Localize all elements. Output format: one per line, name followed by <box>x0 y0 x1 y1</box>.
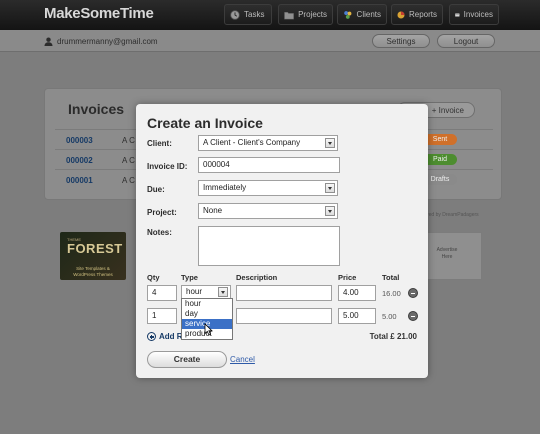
chevron-down-icon <box>325 183 335 193</box>
folder-icon <box>284 11 294 19</box>
invoice-client: A C <box>122 156 135 165</box>
create-button[interactable]: Create <box>147 351 227 368</box>
cancel-link[interactable]: Cancel <box>230 355 255 364</box>
chevron-down-icon <box>325 138 335 148</box>
app-logo: MakeSomeTime <box>44 5 154 22</box>
due-label: Due: <box>147 185 165 194</box>
user-email: drummermanny@gmail.com <box>57 37 158 46</box>
notes-textarea[interactable] <box>198 226 340 266</box>
ad-line: WordPress Themes <box>73 272 113 277</box>
project-select-value: None <box>203 206 223 215</box>
create-invoice-modal: Create an Invoice Client: A Client - Cli… <box>136 104 428 378</box>
notes-label: Notes: <box>147 228 172 237</box>
project-select[interactable]: None <box>198 203 338 219</box>
nav-invoices-button[interactable]: Invoices <box>449 4 499 25</box>
top-navigation-bar: MakeSomeTime Tasks Projects Clients Repo… <box>0 0 540 30</box>
footer-credit: ...ered by DreamPadagers <box>420 212 479 218</box>
chevron-down-icon <box>325 206 335 216</box>
total-column-header: Total <box>382 273 400 282</box>
invoice-icon <box>455 12 460 17</box>
invoice-number-link[interactable]: 000002 <box>66 156 93 165</box>
clients-icon <box>344 10 352 19</box>
modal-title: Create an Invoice <box>147 115 263 131</box>
nav-clients-label: Clients <box>356 10 381 19</box>
client-label: Client: <box>147 139 172 148</box>
price-input[interactable]: 4.00 <box>338 285 376 301</box>
description-column-header: Description <box>236 273 278 282</box>
chevron-down-icon <box>218 287 228 297</box>
invoice-client: A C <box>122 136 135 145</box>
client-select[interactable]: A Client - Client's Company <box>198 135 338 151</box>
nav-reports-label: Reports <box>408 10 437 19</box>
page-title: Invoices <box>68 101 125 117</box>
due-select[interactable]: Immediately <box>198 180 338 196</box>
invoice-number-link[interactable]: 000003 <box>66 136 93 145</box>
remove-line-icon[interactable] <box>408 311 418 321</box>
status-badge: Paid <box>423 154 457 165</box>
qty-input[interactable]: 4 <box>147 285 177 301</box>
theme-forest-ad[interactable]: THEME FOREST Site Templates & WordPress … <box>60 232 126 280</box>
user-bar: drummermanny@gmail.com Settings Logout <box>0 30 540 52</box>
nav-tasks-label: Tasks <box>244 10 265 19</box>
remove-line-icon[interactable] <box>408 288 418 298</box>
grand-total: Total £ 21.00 <box>369 332 417 341</box>
nav-reports-button[interactable]: Reports <box>391 4 443 25</box>
pie-chart-icon <box>397 10 405 19</box>
description-input[interactable] <box>236 285 332 301</box>
ad-brand-text: FOREST <box>67 241 123 256</box>
user-icon <box>44 37 53 46</box>
type-column-header: Type <box>181 273 198 282</box>
ad-line: Site Templates & <box>76 266 110 271</box>
mouse-cursor-icon <box>204 323 213 336</box>
price-column-header: Price <box>338 273 357 282</box>
qty-column-header: Qty <box>147 273 160 282</box>
nav-projects-button[interactable]: Projects <box>278 4 333 25</box>
clock-icon <box>230 9 240 20</box>
nav-invoices-label: Invoices <box>463 10 493 19</box>
status-badge: Drafts <box>423 174 457 185</box>
invoice-id-label: Invoice ID: <box>147 162 188 171</box>
invoice-client: A C <box>122 176 135 185</box>
dropdown-option[interactable]: hour <box>182 299 232 309</box>
line-total: 16.00 <box>382 289 401 298</box>
add-row-label: Add R <box>159 332 183 341</box>
status-badge: Sent <box>423 134 457 145</box>
logout-button[interactable]: Logout <box>437 34 495 48</box>
client-select-value: A Client - Client's Company <box>203 138 301 147</box>
nav-projects-label: Projects <box>298 10 327 19</box>
settings-button[interactable]: Settings <box>372 34 430 48</box>
qty-input[interactable]: 1 <box>147 308 177 324</box>
nav-clients-button[interactable]: Clients <box>337 4 387 25</box>
type-select-value: hour <box>186 287 203 296</box>
type-select[interactable]: hour <box>181 285 231 299</box>
add-row-link[interactable]: Add R <box>147 332 183 341</box>
dropdown-option[interactable]: day <box>182 309 232 319</box>
description-input[interactable] <box>236 308 332 324</box>
project-label: Project: <box>147 208 177 217</box>
price-input[interactable]: 5.00 <box>338 308 376 324</box>
due-select-value: Immediately <box>203 183 247 192</box>
invoice-number-link[interactable]: 000001 <box>66 176 93 185</box>
nav-tasks-button[interactable]: Tasks <box>224 4 272 25</box>
invoice-id-input[interactable]: 000004 <box>198 157 340 173</box>
line-total: 5.00 <box>382 312 397 321</box>
plus-circle-icon <box>147 332 156 341</box>
